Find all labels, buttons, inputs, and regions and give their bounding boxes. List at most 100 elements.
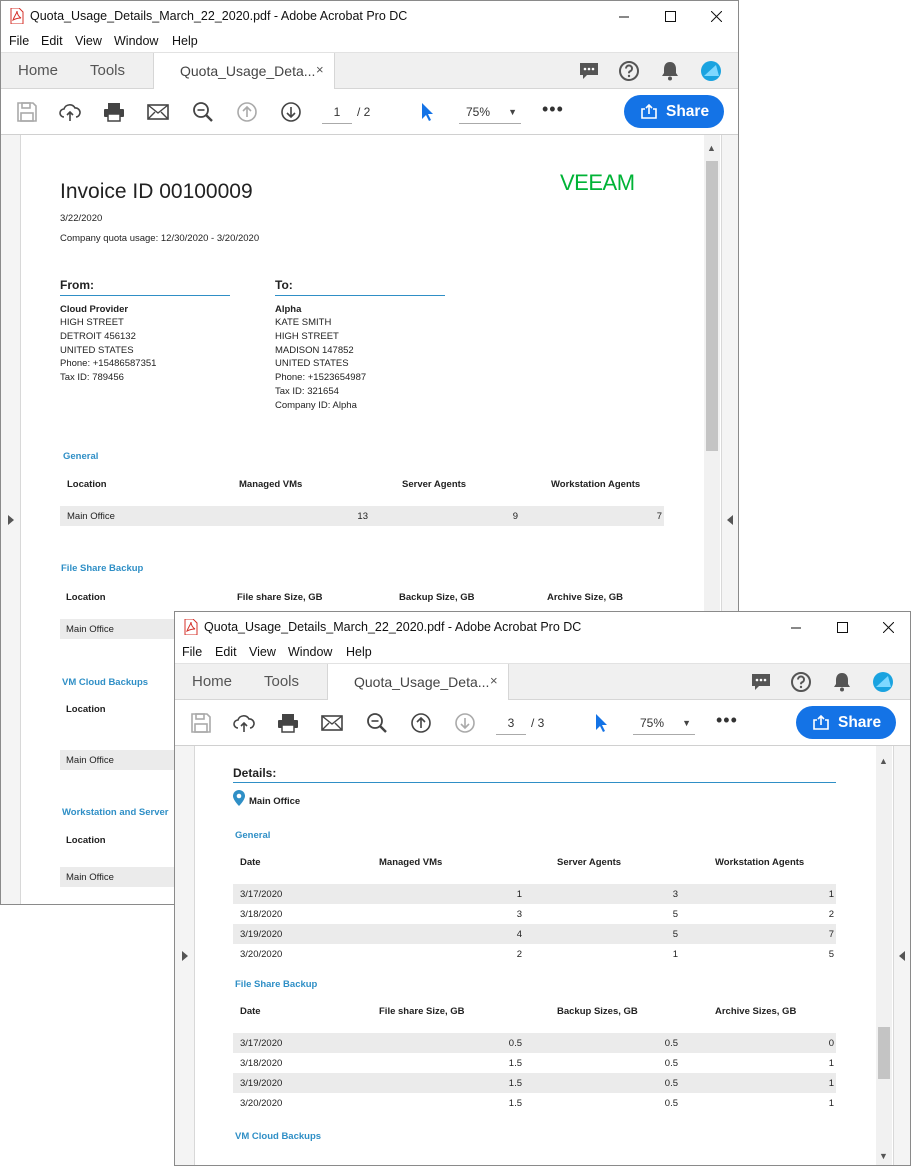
next-page-icon[interactable] [454, 712, 476, 734]
help-icon[interactable] [790, 671, 812, 693]
previous-page-icon[interactable] [236, 101, 258, 123]
tab-close-icon[interactable]: × [490, 673, 498, 688]
menu-window[interactable]: Window [114, 34, 158, 48]
zoom-level-select[interactable]: 75% ▼ [633, 711, 695, 735]
menu-view[interactable]: View [249, 645, 276, 659]
menu-edit[interactable]: Edit [41, 34, 63, 48]
scroll-up-icon[interactable]: ▲ [707, 143, 716, 153]
page-total: / 2 [357, 105, 371, 119]
more-tools-icon[interactable]: ••• [716, 710, 738, 731]
cell-server-agents: 5 [672, 929, 678, 940]
scroll-down-icon[interactable]: ▼ [879, 1151, 888, 1161]
zoom-search-icon[interactable] [366, 712, 388, 734]
zoom-level-value: 75% [466, 105, 491, 119]
column-header: Managed VMs [379, 857, 443, 868]
more-tools-icon[interactable]: ••• [542, 99, 564, 120]
menu-window[interactable]: Window [288, 645, 332, 659]
cell-server-agents: 1 [672, 949, 678, 960]
invoice-date: 3/22/2020 [60, 213, 103, 224]
column-header: Archive Sizes, GB [715, 1006, 797, 1017]
location-pin-icon [233, 790, 245, 806]
pdf-file-icon [184, 619, 198, 635]
cell-workstation-agents: 7 [656, 511, 662, 522]
menu-edit[interactable]: Edit [215, 645, 237, 659]
scroll-thumb[interactable] [706, 161, 718, 451]
share-button[interactable]: Share [624, 95, 724, 128]
menu-view[interactable]: View [75, 34, 102, 48]
table-row [233, 884, 836, 904]
cell-location: Main Office [66, 755, 114, 766]
tab-bar: Home Tools Quota_Usage_Deta... × [1, 52, 738, 90]
cell-workstation-agents: 2 [828, 909, 834, 920]
email-icon[interactable] [147, 101, 169, 123]
tab-bar: Home Tools Quota_Usage_Deta... × [175, 663, 910, 701]
close-button[interactable] [865, 612, 910, 642]
zoom-level-value: 75% [640, 716, 665, 730]
cell-location: Main Office [66, 624, 114, 635]
tab-tools[interactable]: Tools [90, 62, 125, 79]
help-icon[interactable] [618, 60, 640, 82]
acrobat-window-2: Quota_Usage_Details_March_22_2020.pdf - … [174, 611, 911, 1166]
print-icon[interactable] [103, 101, 125, 123]
tab-document[interactable]: Quota_Usage_Deta... × [327, 664, 509, 701]
next-page-icon[interactable] [280, 101, 302, 123]
tab-home[interactable]: Home [192, 673, 232, 690]
notification-bell-icon[interactable] [831, 671, 853, 693]
from-line: HIGH STREET [60, 317, 124, 328]
details-label: Details: [233, 766, 277, 780]
menu-file[interactable]: File [9, 34, 29, 48]
minimize-button[interactable] [601, 1, 647, 31]
to-line: KATE SMITH [275, 317, 332, 328]
page-number-input[interactable]: 3 [496, 711, 526, 735]
notification-bell-icon[interactable] [659, 60, 681, 82]
save-icon[interactable] [190, 712, 212, 734]
upload-cloud-icon[interactable] [233, 712, 255, 734]
tab-home[interactable]: Home [18, 62, 58, 79]
tab-tools[interactable]: Tools [264, 673, 299, 690]
comment-icon[interactable] [578, 60, 600, 82]
print-icon[interactable] [277, 712, 299, 734]
maximize-button[interactable] [647, 1, 693, 31]
cell-date: 3/19/2020 [240, 929, 283, 940]
menu-help[interactable]: Help [172, 34, 198, 48]
cell-workstation-agents: 5 [828, 949, 834, 960]
cell-workstation-agents: 1 [828, 889, 834, 900]
section-workstation-and-server: Workstation and Server [62, 807, 169, 818]
tab-document[interactable]: Quota_Usage_Deta... × [153, 53, 335, 90]
expand-right-icon [727, 515, 733, 525]
share-button[interactable]: Share [796, 706, 896, 739]
tab-close-icon[interactable]: × [316, 62, 324, 77]
previous-page-icon[interactable] [410, 712, 432, 734]
section-vm-cloud-backups: VM Cloud Backups [235, 1131, 322, 1142]
select-cursor-icon[interactable] [416, 101, 438, 123]
document-viewport[interactable]: ▲ ▼ Details: Main Office General Date Ma… [175, 746, 910, 1165]
menu-file[interactable]: File [182, 645, 202, 659]
right-pane-toggle[interactable] [893, 746, 910, 1165]
zoom-level-select[interactable]: 75% ▼ [459, 100, 521, 124]
page-number-input[interactable]: 1 [322, 100, 352, 124]
tab-document-label: Quota_Usage_Deta... [354, 674, 490, 690]
to-line: Company ID: Alpha [275, 400, 357, 411]
scroll-up-icon[interactable]: ▲ [879, 756, 888, 766]
column-header: Location [67, 479, 107, 490]
zoom-search-icon[interactable] [192, 101, 214, 123]
save-icon[interactable] [16, 101, 38, 123]
account-avatar-icon[interactable] [700, 60, 722, 82]
minimize-button[interactable] [773, 612, 819, 642]
select-cursor-icon[interactable] [590, 712, 612, 734]
left-pane-toggle[interactable] [1, 135, 21, 904]
maximize-button[interactable] [819, 612, 865, 642]
upload-cloud-icon[interactable] [59, 101, 81, 123]
close-button[interactable] [693, 1, 738, 31]
menu-help[interactable]: Help [346, 645, 372, 659]
email-icon[interactable] [321, 712, 343, 734]
scroll-thumb[interactable] [878, 1027, 890, 1079]
comment-icon[interactable] [750, 671, 772, 693]
to-line: UNITED STATES [275, 358, 349, 369]
page-total: / 3 [531, 716, 545, 730]
account-avatar-icon[interactable] [872, 671, 894, 693]
cell-date: 3/20/2020 [240, 949, 283, 960]
column-header: Location [66, 592, 106, 603]
vertical-scrollbar[interactable]: ▲ ▼ [876, 746, 892, 1165]
left-pane-toggle[interactable] [175, 746, 195, 1165]
